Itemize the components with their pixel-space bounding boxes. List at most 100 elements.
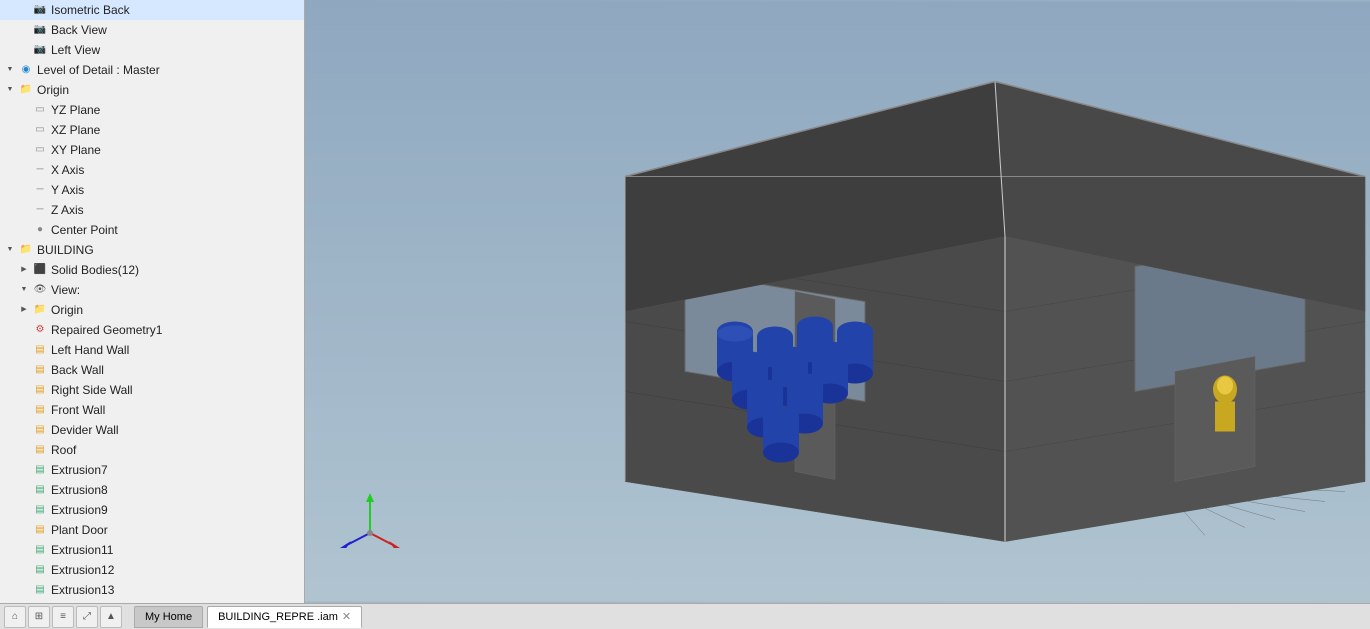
- tab-building-repre[interactable]: BUILDING_REPRE .iam ✕: [207, 606, 362, 628]
- point-icon-center-point: ●: [32, 222, 48, 238]
- expand-arrow-left-view[interactable]: [18, 44, 30, 56]
- tree-label-xz-plane: XZ Plane: [51, 121, 100, 139]
- expand-arrow-left-hand-wall[interactable]: [18, 344, 30, 356]
- axis-icon-z-axis: ─: [32, 202, 48, 218]
- expand-arrow-extrusion9[interactable]: [18, 504, 30, 516]
- expand-arrow-back-wall[interactable]: [18, 364, 30, 376]
- tree-item-extrusion12[interactable]: ▤Extrusion12: [0, 560, 304, 580]
- expand-arrow-center-point[interactable]: [18, 224, 30, 236]
- tab-close-icon[interactable]: ✕: [342, 610, 351, 623]
- tree-item-view[interactable]: ▼👁View:: [0, 280, 304, 300]
- tree-label-roof: Roof: [51, 441, 76, 459]
- tree-label-back-view: Back View: [51, 21, 107, 39]
- tree-item-back-wall[interactable]: ▤Back Wall: [0, 360, 304, 380]
- expand-arrow-repaired-geo[interactable]: [18, 324, 30, 336]
- body-icon-solid-bodies: ⬛: [32, 262, 48, 278]
- tree-item-left-hand-wall[interactable]: ▤Left Hand Wall: [0, 340, 304, 360]
- expand-arrow-lod-master[interactable]: ▼: [4, 64, 16, 76]
- tree-item-back-view[interactable]: 📷Back View: [0, 20, 304, 40]
- expand-arrow-back-view[interactable]: [18, 24, 30, 36]
- tree-item-left-view[interactable]: 📷Left View: [0, 40, 304, 60]
- tree-item-isometric-back[interactable]: 📷Isometric Back: [0, 0, 304, 20]
- tree-item-yz-plane[interactable]: ▭YZ Plane: [0, 100, 304, 120]
- expand-arrow-devider-wall[interactable]: [18, 424, 30, 436]
- expand-arrow-front-wall[interactable]: [18, 404, 30, 416]
- expand-arrow-solid-bodies[interactable]: ▶: [18, 264, 30, 276]
- tree-item-lod-master[interactable]: ▼◉Level of Detail : Master: [0, 60, 304, 80]
- tree-item-xy-plane[interactable]: ▭XY Plane: [0, 140, 304, 160]
- tree-label-extrusion14: Extrusion14: [51, 601, 114, 603]
- tree-item-repaired-geo[interactable]: ⚙Repaired Geometry1: [0, 320, 304, 340]
- axis-icon-y-axis: ─: [32, 182, 48, 198]
- expand-arrow-z-axis[interactable]: [18, 204, 30, 216]
- expand-arrow-isometric-back[interactable]: [18, 4, 30, 16]
- expand-arrow-extrusion12[interactable]: [18, 564, 30, 576]
- tree-label-yz-plane: YZ Plane: [51, 101, 100, 119]
- tree-item-devider-wall[interactable]: ▤Devider Wall: [0, 420, 304, 440]
- tree-label-extrusion7: Extrusion7: [51, 461, 108, 479]
- expand-arrow-extrusion8[interactable]: [18, 484, 30, 496]
- viewport-3d[interactable]: [305, 0, 1370, 603]
- tree-item-extrusion7[interactable]: ▤Extrusion7: [0, 460, 304, 480]
- tree-item-z-axis[interactable]: ─Z Axis: [0, 200, 304, 220]
- tree-label-repaired-geo: Repaired Geometry1: [51, 321, 162, 339]
- camera-icon-isometric-back: 📷: [32, 2, 48, 18]
- axis-indicator: [335, 478, 405, 548]
- tree-item-origin-top[interactable]: ▼📁Origin: [0, 80, 304, 100]
- tree-item-y-axis[interactable]: ─Y Axis: [0, 180, 304, 200]
- tree-label-y-axis: Y Axis: [51, 181, 84, 199]
- tree-item-building[interactable]: ▼📁BUILDING: [0, 240, 304, 260]
- expand-arrow-extrusion11[interactable]: [18, 544, 30, 556]
- tree-label-plant-door: Plant Door: [51, 521, 108, 539]
- tree-item-xz-plane[interactable]: ▭XZ Plane: [0, 120, 304, 140]
- wall-icon-roof: ▤: [32, 442, 48, 458]
- expand-arrow-extrusion7[interactable]: [18, 464, 30, 476]
- expand-arrow-building[interactable]: ▼: [4, 244, 16, 256]
- tree-item-plant-door[interactable]: ▤Plant Door: [0, 520, 304, 540]
- tree-label-extrusion12: Extrusion12: [51, 561, 114, 579]
- expand-arrow-right-side-wall[interactable]: [18, 384, 30, 396]
- tree-item-center-point[interactable]: ●Center Point: [0, 220, 304, 240]
- expand-icon[interactable]: ⤢: [76, 606, 98, 628]
- expand-arrow-origin-inner[interactable]: ▶: [18, 304, 30, 316]
- tree-item-origin-inner[interactable]: ▶📁Origin: [0, 300, 304, 320]
- expand-arrow-yz-plane[interactable]: [18, 104, 30, 116]
- expand-arrow-origin-top[interactable]: ▼: [4, 84, 16, 96]
- extrude-icon-extrusion14: ▤: [32, 602, 48, 603]
- tree-item-extrusion9[interactable]: ▤Extrusion9: [0, 500, 304, 520]
- wall-icon-left-hand-wall: ▤: [32, 342, 48, 358]
- tree-item-solid-bodies[interactable]: ▶⬛Solid Bodies(12): [0, 260, 304, 280]
- tree-label-extrusion9: Extrusion9: [51, 501, 108, 519]
- expand-arrow-xz-plane[interactable]: [18, 124, 30, 136]
- folder-icon-origin-top: 📁: [18, 82, 34, 98]
- expand-arrow-view[interactable]: ▼: [18, 284, 30, 296]
- extrude-icon-extrusion11: ▤: [32, 542, 48, 558]
- tree-item-extrusion11[interactable]: ▤Extrusion11: [0, 540, 304, 560]
- tree-item-extrusion14[interactable]: ▤Extrusion14: [0, 600, 304, 603]
- tree-item-extrusion8[interactable]: ▤Extrusion8: [0, 480, 304, 500]
- expand-arrow-x-axis[interactable]: [18, 164, 30, 176]
- nav-up-icon[interactable]: ▲: [100, 606, 122, 628]
- camera-icon-back-view: 📷: [32, 22, 48, 38]
- tab-my-home[interactable]: My Home: [134, 606, 203, 628]
- grid-icon[interactable]: ⌂: [4, 606, 26, 628]
- expand-arrow-y-axis[interactable]: [18, 184, 30, 196]
- wall-icon-right-side-wall: ▤: [32, 382, 48, 398]
- extrude-icon-extrusion13: ▤: [32, 582, 48, 598]
- bottom-icons: ⌂ ⊞ ≡ ⤢ ▲: [4, 606, 122, 628]
- tree-item-front-wall[interactable]: ▤Front Wall: [0, 400, 304, 420]
- expand-arrow-extrusion13[interactable]: [18, 584, 30, 596]
- lod-icon-lod-master: ◉: [18, 62, 34, 78]
- tree-label-building: BUILDING: [37, 241, 94, 259]
- expand-arrow-plant-door[interactable]: [18, 524, 30, 536]
- tree-item-roof[interactable]: ▤Roof: [0, 440, 304, 460]
- tree-item-x-axis[interactable]: ─X Axis: [0, 160, 304, 180]
- plane-icon-yz-plane: ▭: [32, 102, 48, 118]
- tree-item-extrusion13[interactable]: ▤Extrusion13: [0, 580, 304, 600]
- view-icon[interactable]: ≡: [52, 606, 74, 628]
- expand-arrow-xy-plane[interactable]: [18, 144, 30, 156]
- tree-label-left-hand-wall: Left Hand Wall: [51, 341, 129, 359]
- tree-item-right-side-wall[interactable]: ▤Right Side Wall: [0, 380, 304, 400]
- tiles-icon[interactable]: ⊞: [28, 606, 50, 628]
- expand-arrow-roof[interactable]: [18, 444, 30, 456]
